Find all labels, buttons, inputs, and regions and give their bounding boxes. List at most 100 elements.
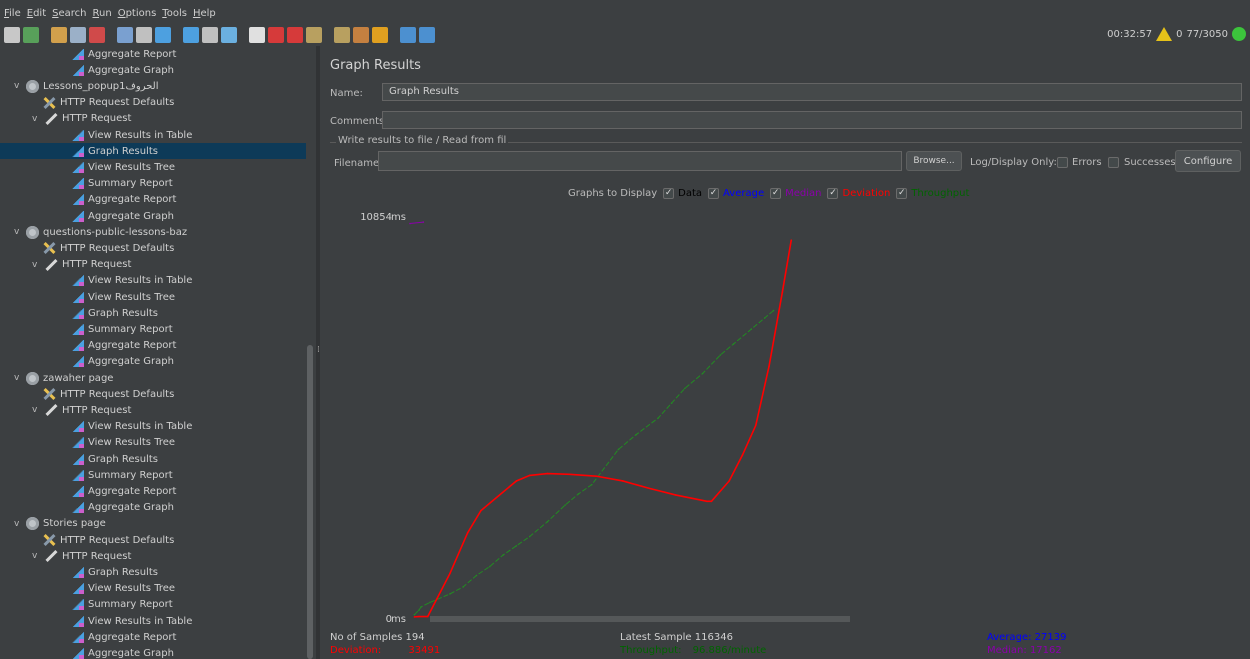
toolbar-button-3-icon[interactable] (70, 27, 86, 43)
chevron-down-icon[interactable]: v (32, 405, 40, 415)
toolbar-button-7-icon[interactable] (155, 27, 171, 43)
name-field[interactable]: Graph Results (382, 83, 1242, 101)
tree-item[interactable]: HTTP Request Defaults (0, 532, 300, 548)
chevron-down-icon[interactable]: v (14, 373, 22, 383)
errors-label: Errors (1072, 157, 1102, 168)
tree-item[interactable]: View Results Tree (0, 159, 300, 175)
toolbar-button-2-icon[interactable] (51, 27, 67, 43)
data-point-throughput (763, 317, 766, 319)
filename-field[interactable] (378, 151, 902, 171)
tree-item[interactable]: Summary Report (0, 176, 300, 192)
toolbar-button-0-icon[interactable] (4, 27, 20, 43)
toolbar-button-6-icon[interactable] (136, 27, 152, 43)
comments-field[interactable] (382, 111, 1242, 129)
median-stat-label: Median: (987, 645, 1027, 656)
tree-item[interactable]: Aggregate Report (0, 629, 300, 645)
toolbar-button-8-icon[interactable] (183, 27, 199, 43)
tree-item[interactable]: Graph Results (0, 305, 300, 321)
tree-item-label: View Results Tree (88, 291, 176, 303)
menu-item-2[interactable]: Search (52, 8, 86, 22)
menu-item-1[interactable]: Edit (27, 8, 46, 22)
tree-item[interactable]: View Results in Table (0, 273, 300, 289)
tree-item[interactable]: View Results Tree (0, 289, 300, 305)
tree-item[interactable]: HTTP Request Defaults (0, 95, 300, 111)
tree-item[interactable]: Graph Results (0, 564, 300, 580)
tree-item[interactable]: View Results in Table (0, 419, 300, 435)
menu-item-4[interactable]: Options (118, 8, 157, 22)
tree-item[interactable]: Aggregate Graph (0, 354, 300, 370)
chevron-down-icon[interactable]: v (32, 260, 40, 270)
chevron-down-icon[interactable]: v (14, 81, 22, 91)
toolbar-button-17-icon[interactable] (372, 27, 388, 43)
toolbar-button-1-icon[interactable] (23, 27, 39, 43)
data-point-throughput (429, 601, 431, 604)
tree-item[interactable]: Aggregate Report (0, 46, 300, 62)
data-point-throughput (528, 535, 531, 538)
tree-item[interactable]: View Results in Table (0, 613, 300, 629)
tree-item-label: Aggregate Report (88, 485, 177, 497)
tree-item[interactable]: View Results in Table (0, 127, 300, 143)
page-title: Graph Results (330, 58, 421, 73)
toolbar-button-11-icon[interactable] (249, 27, 265, 43)
tree-item[interactable]: HTTP Request Defaults (0, 386, 300, 402)
menu-item-3[interactable]: Run (93, 8, 112, 22)
tree-item[interactable]: HTTP Request Defaults (0, 240, 300, 256)
toolbar-button-16-icon[interactable] (353, 27, 369, 43)
browse-button[interactable]: Browse... (906, 151, 962, 171)
tree-scrollbar[interactable] (307, 345, 313, 659)
tree-item[interactable]: Summary Report (0, 321, 300, 337)
tree-item[interactable]: Aggregate Graph (0, 500, 300, 516)
tree-item[interactable]: v Stories page (0, 516, 300, 532)
toolbar-button-12-icon[interactable] (268, 27, 284, 43)
tree-item[interactable]: Summary Report (0, 467, 300, 483)
tree-item[interactable]: Graph Results (0, 451, 300, 467)
tree-item[interactable]: View Results Tree (0, 581, 300, 597)
chevron-down-icon[interactable]: v (14, 227, 22, 237)
successes-checkbox[interactable] (1108, 157, 1119, 168)
y-axis-max-tick-label: 10854 (360, 212, 392, 223)
menu-item-0[interactable]: File (4, 8, 21, 22)
tree-item[interactable]: v HTTP Request (0, 111, 300, 127)
warning-icon[interactable] (1156, 27, 1173, 41)
menu-item-5[interactable]: Tools (162, 8, 187, 22)
tree-item[interactable]: Graph Results (0, 143, 306, 160)
configure-button[interactable]: Configure (1175, 150, 1241, 172)
toolbar-button-18-icon[interactable] (400, 27, 416, 43)
tree-item[interactable]: v Lessons_popup1الحروف (0, 78, 300, 94)
errors-checkbox[interactable] (1057, 157, 1068, 168)
toolbar-button-15-icon[interactable] (334, 27, 350, 43)
tree-item[interactable]: Aggregate Report (0, 338, 300, 354)
toolbar-separator (108, 27, 114, 43)
tree-item[interactable]: v questions-public-lessons-baz (0, 224, 300, 240)
split-grip-icon[interactable]: ⁞ (317, 345, 320, 355)
tree-item[interactable]: v HTTP Request (0, 548, 300, 564)
tree-item[interactable]: v HTTP Request (0, 402, 300, 418)
tree-item[interactable]: View Results Tree (0, 435, 300, 451)
chevron-down-icon[interactable]: v (32, 114, 40, 124)
average-stat-value: 27139 (1034, 632, 1067, 643)
tree-item[interactable]: Aggregate Graph (0, 208, 300, 224)
tree-item[interactable]: v zawaher page (0, 370, 300, 386)
listener-icon (72, 599, 84, 611)
toolbar-button-13-icon[interactable] (287, 27, 303, 43)
tree-item[interactable]: Aggregate Report (0, 483, 300, 499)
toolbar-button-4-icon[interactable] (89, 27, 105, 43)
toolbar-button-19-icon[interactable] (419, 27, 435, 43)
toolbar-button-9-icon[interactable] (202, 27, 218, 43)
chevron-down-icon[interactable]: v (32, 551, 40, 561)
listener-icon (72, 161, 84, 173)
tree-item[interactable]: Aggregate Graph (0, 62, 300, 78)
chevron-down-icon[interactable]: v (14, 519, 22, 529)
test-plan-tree[interactable]: Aggregate Report Aggregate Graph v Lessons_… (0, 46, 316, 659)
toolbar-button-10-icon[interactable] (221, 27, 237, 43)
tree-item[interactable]: Aggregate Graph (0, 645, 300, 659)
tree-item[interactable]: Aggregate Report (0, 192, 300, 208)
tree-item[interactable]: Summary Report (0, 597, 300, 613)
menu-item-6[interactable]: Help (193, 8, 216, 22)
tree-item-label: Aggregate Graph (88, 64, 174, 76)
tree-item-label: Aggregate Report (88, 48, 177, 60)
tree-item-label: Lessons_popup1الحروف (43, 80, 159, 92)
toolbar-button-5-icon[interactable] (117, 27, 133, 43)
toolbar-button-14-icon[interactable] (306, 27, 322, 43)
tree-item[interactable]: v HTTP Request (0, 257, 300, 273)
